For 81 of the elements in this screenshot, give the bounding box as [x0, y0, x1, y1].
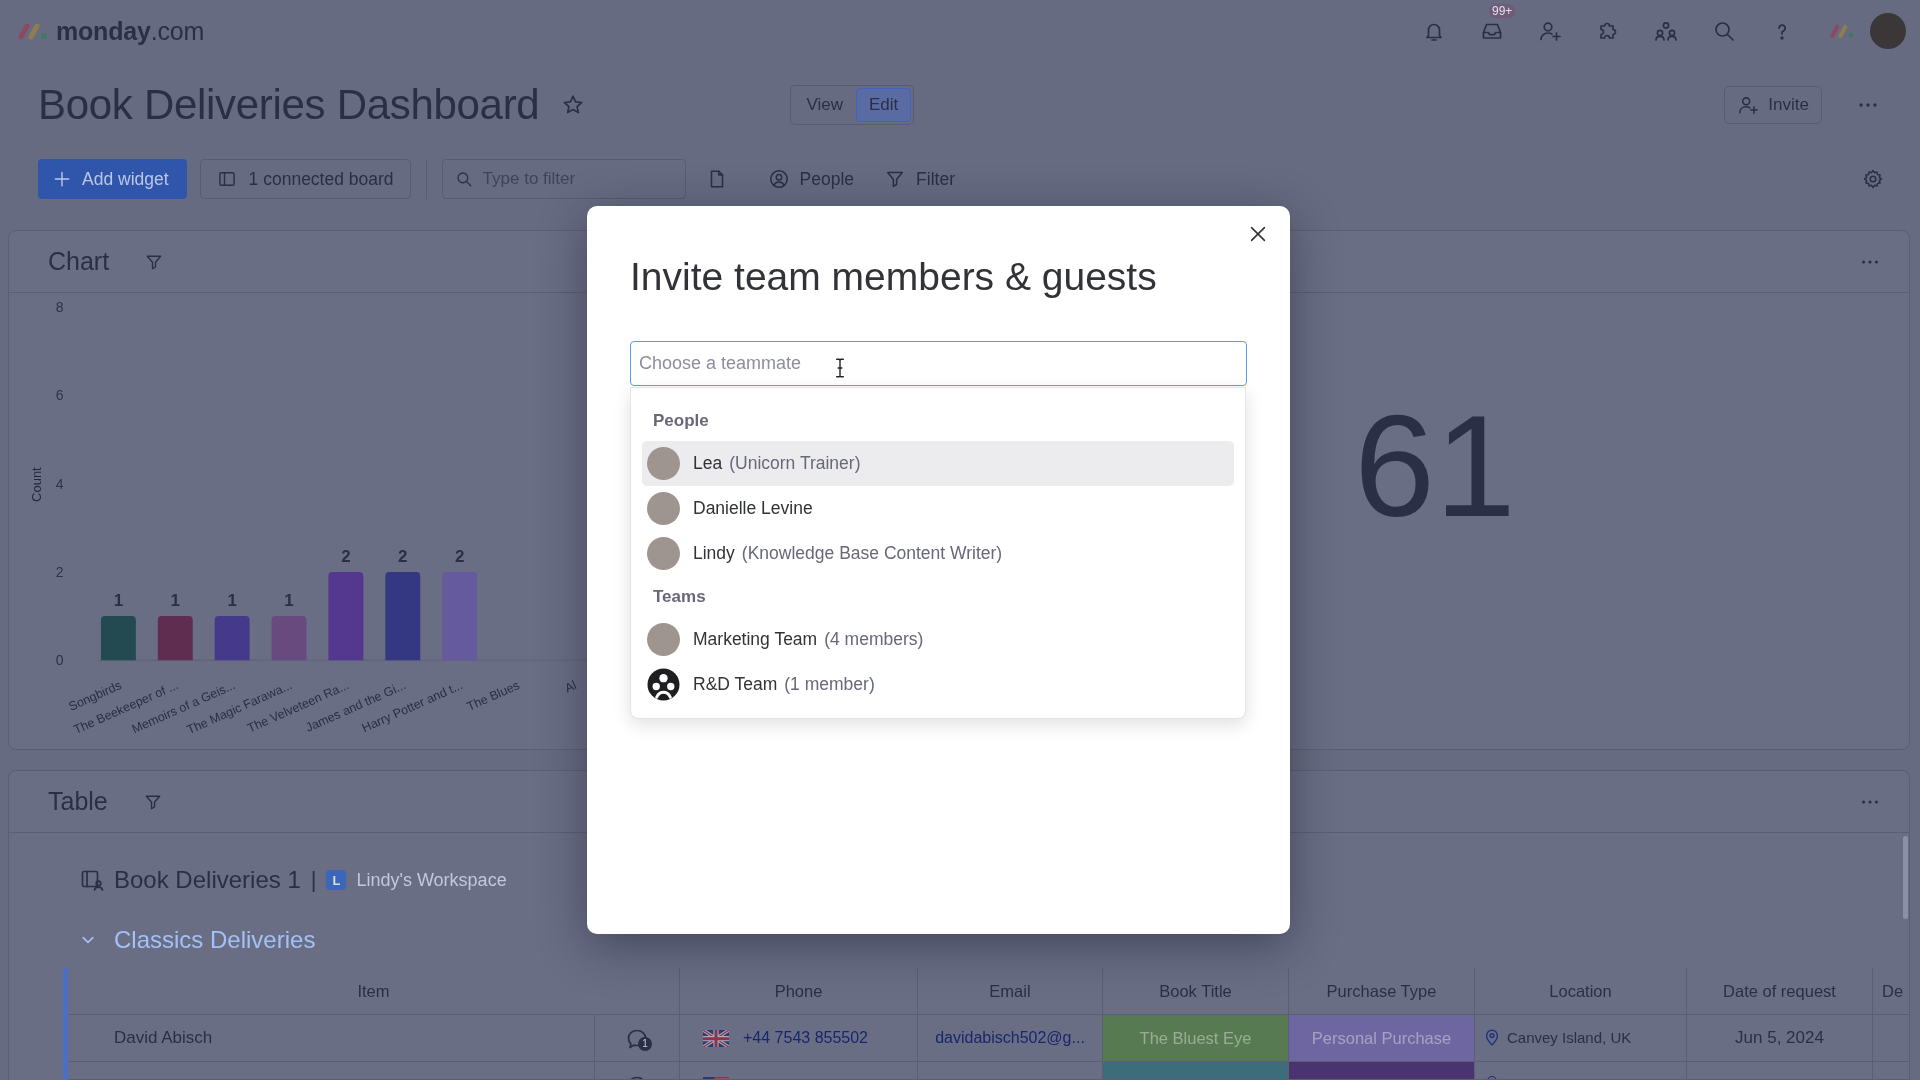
teammate-option[interactable]: Danielle Levine [642, 485, 1234, 531]
avatar-icon [647, 446, 680, 480]
column-header: Purchase Type [1289, 968, 1475, 1014]
group-title[interactable]: Classics Deliveries [114, 926, 316, 954]
bar-value-label: 1 [170, 591, 180, 611]
avatar-icon [647, 622, 680, 656]
date-text: Jun 5, 2024 [1735, 1027, 1824, 1049]
section-header: People [652, 409, 710, 432]
logo-icon[interactable] [1828, 22, 1856, 40]
update-count-badge: 1 [638, 1037, 652, 1051]
column-header: Date of request [1687, 968, 1873, 1014]
board-icon [216, 169, 237, 189]
phone-number[interactable]: +44 7543 855502 [743, 1027, 868, 1049]
settings-icon[interactable] [1862, 168, 1884, 190]
bar-value-label: 2 [341, 546, 351, 566]
widget-title: Chart [48, 247, 110, 276]
axis-title: Count [28, 467, 44, 502]
status-label[interactable]: The Bluest Eye [1103, 1015, 1289, 1061]
plus-icon [52, 169, 72, 189]
people-filter-button[interactable]: People [767, 168, 855, 190]
location-pin-icon [1484, 1027, 1500, 1047]
bar-value-label: 2 [398, 546, 408, 566]
location-text: Canvey Island, UK [1507, 1028, 1632, 1048]
column-header: Item [68, 968, 680, 1014]
item-name[interactable]: David Abisch [114, 1027, 213, 1049]
dialog-title: Invite team members & guests [630, 254, 1158, 300]
category-label: The Blues [464, 678, 522, 714]
section-header: Teams [652, 585, 707, 608]
mode-tab[interactable]: Edit [856, 88, 912, 122]
email-link[interactable]: davidabisch502@g... [935, 1027, 1085, 1049]
axis-tick-label: 8 [55, 298, 64, 315]
column-header: De [1881, 980, 1905, 1002]
axis-tick-label: 4 [55, 475, 64, 492]
scrollbar[interactable] [1903, 836, 1908, 919]
person-plus-icon [1737, 94, 1760, 116]
logo-text: monday.com [56, 16, 205, 46]
axis-tick-label: 2 [55, 563, 64, 580]
column-header: Book Title [1103, 968, 1289, 1014]
chat-bubble-icon[interactable] [625, 1027, 649, 1051]
avatar-icon [647, 491, 680, 525]
person-circle-icon [767, 168, 790, 190]
connected-boards-button[interactable]: 1 connected board [199, 159, 411, 199]
board-share-icon [80, 868, 104, 892]
teammate-option[interactable]: R&D Team (1 member) [642, 661, 1234, 707]
bar-value-label: 1 [284, 591, 294, 611]
mode-tab[interactable]: View [793, 88, 856, 122]
widget-title: Table [48, 787, 108, 816]
team-icon [647, 667, 680, 701]
invite-button[interactable]: Invite [1724, 86, 1822, 124]
board-name[interactable]: Book Deliveries 1 [114, 866, 301, 894]
filter-button[interactable]: Filter [884, 168, 955, 190]
uk-flag-icon [703, 1030, 729, 1047]
people-group-icon[interactable] [1654, 19, 1678, 43]
dashboard-title: Book Deliveries Dashboard [38, 81, 540, 129]
bar-value-label: 1 [227, 591, 237, 611]
logo-icon [16, 20, 50, 42]
avatar-icon [647, 536, 680, 570]
workspace-name[interactable]: Lindy's Workspace [356, 869, 507, 891]
separator-text: | [310, 867, 317, 893]
number-value: 61 [1354, 394, 1516, 549]
column-header: Email [918, 968, 1103, 1014]
teammate-option[interactable]: Lea (Unicorn Trainer) [642, 440, 1234, 486]
category-label: Al [562, 678, 579, 696]
search-icon[interactable] [1712, 19, 1736, 43]
person-plus-icon[interactable] [1538, 19, 1562, 43]
notification-count-badge: 99+ [1489, 4, 1516, 18]
avatar-icon[interactable] [1870, 13, 1906, 49]
axis-tick-label: 6 [55, 387, 64, 404]
search-icon [454, 170, 473, 188]
add-widget-button[interactable]: Add widget [38, 159, 187, 199]
bar-value-label: 1 [113, 591, 124, 611]
bar-value-label: 2 [454, 546, 465, 566]
teammate-option[interactable]: Lindy (Knowledge Base Content Writer) [642, 530, 1234, 576]
column-header: Location [1475, 968, 1687, 1014]
column-header: Phone [680, 968, 918, 1014]
teammate-search-field[interactable]: Choose a teammate [630, 340, 1247, 386]
axis-tick-label: 0 [55, 652, 64, 669]
text-cursor-icon [835, 357, 845, 379]
workspace-badge: L [326, 870, 347, 890]
status-label[interactable]: Personal Purchase [1289, 1015, 1475, 1061]
teammate-option[interactable]: Marketing Team (4 members) [642, 616, 1234, 662]
